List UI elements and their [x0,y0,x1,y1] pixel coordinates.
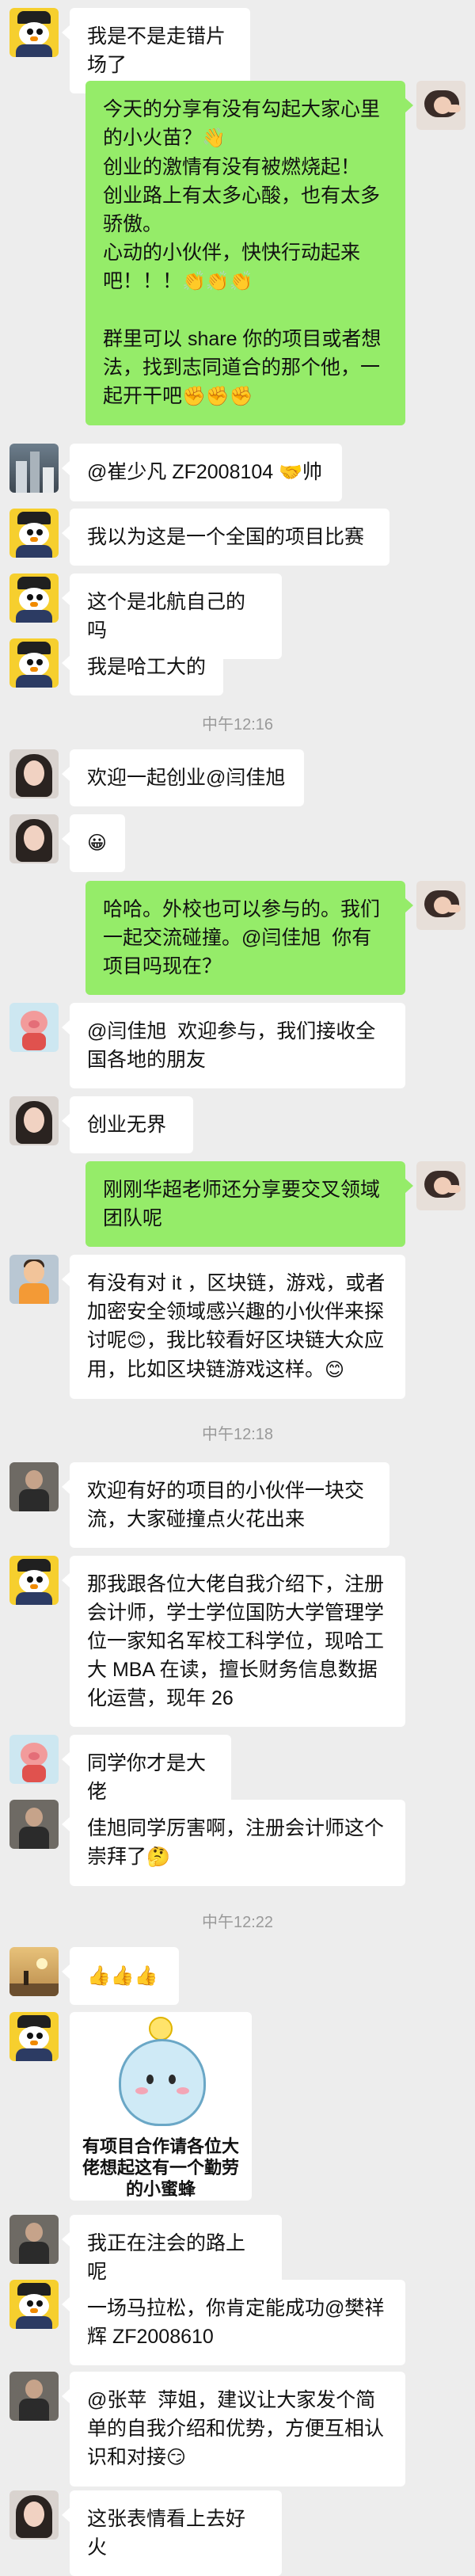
avatar[interactable] [10,2372,59,2421]
message-bubble[interactable]: 今天的分享有没有勾起大家心里的小火苗？👋 创业的激情有没有被燃烧起！ 创业路上有… [86,81,413,425]
message-text: 这个是北航自己的吗 [87,591,246,642]
avatar[interactable] [10,2215,59,2264]
emoji: 😊 [127,1330,147,1351]
avatar[interactable] [10,509,59,558]
message-text: 今天的分享有没有勾起大家心里的小火苗？ [103,98,381,149]
message-bubble[interactable]: 👍👍👍 [62,1947,179,2005]
avatar[interactable] [416,881,466,930]
message-text: 我以为这是一个全国的项目比赛 [87,526,365,548]
emoji: 👏👏👏 [182,271,253,292]
avatar[interactable] [10,749,59,798]
avatar[interactable] [10,2280,59,2329]
emoji: 😊 [325,1359,345,1381]
avatar[interactable] [10,638,59,688]
timestamp: 中午12:18 [201,1426,274,1443]
message-bubble[interactable]: 那我跟各位大佬自我介绍下，注册会计师，学士学位国防大学管理学位一家知名军校工科学… [62,1556,405,1727]
emoji: 🤝 [279,462,303,483]
avatar[interactable] [10,444,59,493]
message-text: 哈哈。外校也可以参与的。我们一起交流碰撞。@闫佳旭 你有项目吗现在？ [103,898,381,977]
message-text: 佳旭同学厉害啊，注册会计师这个崇拜了 [87,1817,385,1868]
sticker-caption: 有项目合作请各位大 佬想起这有一个勤劳 的小蜜蜂 [82,2136,239,2199]
message-text: 这张表情看上去好火 [87,2508,246,2559]
message-bubble[interactable]: 刚刚华超老师还分享要交叉领域团队呢 [86,1161,413,1247]
avatar[interactable] [10,1556,59,1605]
message-text: 那我跟各位大佬自我介绍下，注册会计师，学士学位国防大学管理学位一家知名军校工科学… [87,1573,385,1709]
message-text: @崔少凡 ZF2008104 [87,461,279,483]
bee-mascot-icon [119,2039,206,2126]
avatar[interactable] [10,1947,59,1996]
avatar[interactable] [10,1735,59,1784]
timestamp: 中午12:22 [201,1914,274,1931]
emoji: 😏 [166,2447,187,2468]
avatar[interactable] [10,1800,59,1849]
message-bubble[interactable]: 一场马拉松，你肯定能成功@樊祥辉 ZF2008610 [62,2280,405,2365]
message-bubble[interactable]: 佳旭同学厉害啊，注册会计师这个崇拜了🤔 [62,1800,405,1886]
message-bubble[interactable]: @闫佳旭 欢迎参与，我们接收全国各地的朋友 [62,1003,405,1088]
avatar[interactable] [10,2490,59,2540]
message-text: 刚刚华超老师还分享要交叉领域团队呢 [103,1179,381,1229]
message-text: 创业路上有太多心酸，也有太多骄傲。 [103,185,381,235]
message-text: 同学你才是大佬 [87,1752,207,1803]
message-text: 欢迎有好的项目的小伙伴一块交流，大家碰撞点火花出来 [87,1480,365,1530]
emoji: 😀 [87,833,108,854]
emoji: ✊✊✊ [182,386,253,407]
message-bubble[interactable]: @崔少凡 ZF2008104 🤝帅 [62,444,342,501]
message-bubble[interactable]: 欢迎一起创业@闫佳旭 [62,749,304,806]
message-bubble[interactable]: 我以为这是一个全国的项目比赛 [62,509,390,566]
message-text: 帅 [302,461,323,483]
avatar[interactable] [10,814,59,863]
message-bubble[interactable]: @张苹 萍姐，建议让大家发个简单的自我介绍和优势，方便互相认识和对接😏 [62,2372,405,2486]
avatar[interactable] [10,1462,59,1511]
timestamp: 中午12:16 [201,716,274,734]
message-text: 创业无界 [87,1114,167,1136]
emoji: 👋 [202,128,226,149]
avatar[interactable] [10,1096,59,1145]
avatar[interactable] [10,8,59,57]
message-text: 我是哈工大的 [87,656,207,678]
lightbulb-icon [149,2017,173,2041]
message-text: 我正在注会的路上呢 [87,2232,246,2283]
message-bubble[interactable]: 有没有对 it ，区块链，游戏，或者加密安全领域感兴趣的小伙伴来探讨呢😊，我比较… [62,1255,405,1399]
avatar[interactable] [10,1003,59,1052]
message-bubble[interactable]: 欢迎有好的项目的小伙伴一块交流，大家碰撞点火花出来 [62,1462,390,1548]
sticker-message[interactable]: 有项目合作请各位大 佬想起这有一个勤劳 的小蜜蜂 [70,2012,252,2201]
message-text: 创业的激情有没有被燃烧起！ [103,156,361,178]
message-bubble[interactable]: 创业无界 [62,1096,193,1153]
message-text: @张苹 萍姐，建议让大家发个简单的自我介绍和优势，方便互相认识和对接 [87,2389,385,2468]
emoji: 👍👍👍 [87,1965,158,1987]
avatar[interactable] [416,1161,466,1210]
avatar[interactable] [416,81,466,130]
message-bubble[interactable]: 哈哈。外校也可以参与的。我们一起交流碰撞。@闫佳旭 你有项目吗现在？ [86,881,413,995]
message-text: 一场马拉松，你肯定能成功@樊祥辉 ZF2008610 [87,2297,385,2348]
message-bubble[interactable]: 我是哈工大的 [62,638,223,695]
avatar[interactable] [10,1255,59,1304]
message-bubble[interactable]: 这张表情看上去好火 [62,2490,282,2576]
avatar[interactable] [10,2012,59,2061]
emoji: 🤔 [146,1846,170,1868]
message-text: 我是不是走错片场了 [87,25,226,76]
message-text: @闫佳旭 欢迎参与，我们接收全国各地的朋友 [87,1020,376,1071]
message-bubble[interactable]: 😀 [62,814,125,872]
message-text: 欢迎一起创业@闫佳旭 [87,767,286,789]
avatar[interactable] [10,574,59,623]
